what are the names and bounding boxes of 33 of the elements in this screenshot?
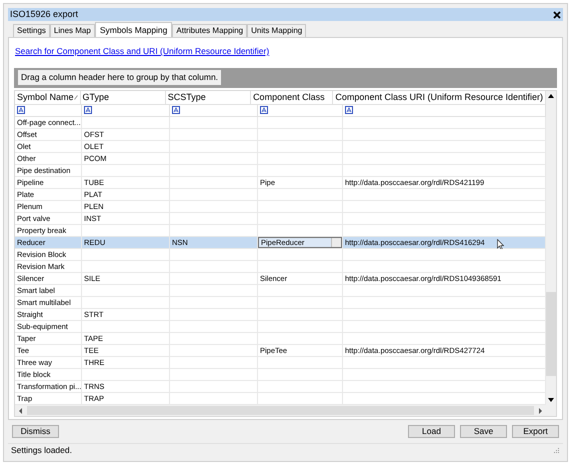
tab[interactable]: Symbols Mapping [94,22,172,37]
group-hint: Drag a column header here to group by that column. [18,70,222,86]
column-header[interactable]: GType [80,90,166,104]
filter-icon[interactable] [172,106,180,114]
status-text: Settings loaded. [11,444,72,457]
scroll-right-icon[interactable] [536,408,544,414]
vertical-scrollbar[interactable] [546,90,556,405]
scroll-left-icon[interactable] [17,408,25,414]
mouse-pointer-icon [497,238,504,250]
scroll-thumb[interactable] [27,406,534,415]
action-button[interactable]: Export [512,425,559,438]
horizontal-scrollbar[interactable] [15,405,556,416]
filter-icon[interactable] [260,106,268,114]
tab[interactable]: Settings [13,24,50,37]
column-header[interactable]: Symbol Name [15,90,81,104]
column-header[interactable]: Component Class [251,90,334,104]
filter-icon[interactable] [345,106,353,114]
sort-icon [74,94,78,100]
scroll-thumb[interactable] [546,292,556,376]
tab[interactable]: Lines Map [50,24,95,37]
filter-icon[interactable] [17,106,25,114]
filter-icon[interactable] [84,106,92,114]
search-link[interactable]: Search for Component Class and URI (Uniform Resource Identifier) [15,45,270,58]
window-title: ISO15926 export [10,8,78,21]
close-icon[interactable] [553,10,561,18]
scroll-down-icon[interactable] [548,398,554,402]
tab[interactable]: Attributes Mapping [172,24,248,37]
column-header[interactable]: SCSType [166,90,252,104]
scroll-up-icon[interactable] [548,94,554,98]
dismiss-button[interactable]: Dismiss [12,425,59,438]
tab[interactable]: Units Mapping [247,24,306,37]
action-button[interactable]: Load [408,425,455,438]
action-button[interactable]: Save [460,425,507,438]
